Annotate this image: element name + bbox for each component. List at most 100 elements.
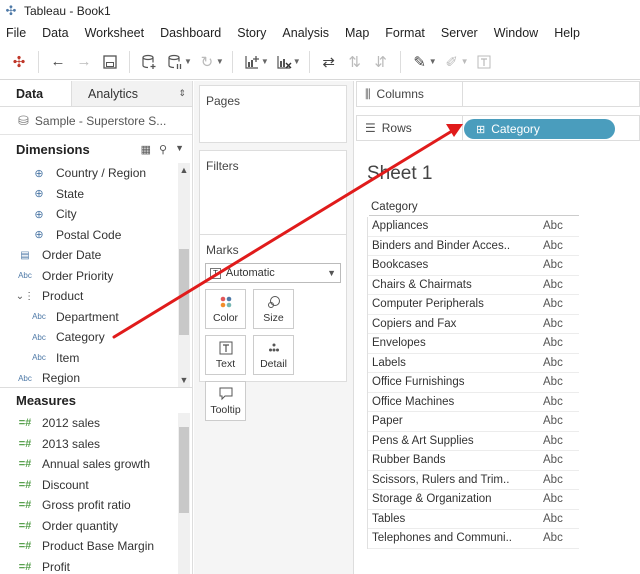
dimension-field[interactable]: ⌄⋮ Product (0, 286, 192, 307)
dimension-field[interactable]: Abc Department (0, 307, 192, 328)
measure-field[interactable]: =# 2012 sales (0, 413, 192, 434)
dimension-field[interactable]: ▤ Order Date (0, 245, 192, 266)
table-row[interactable]: Copiers and Fax Abc (368, 315, 579, 334)
size-mark-button[interactable]: Size (253, 289, 294, 329)
chevron-down-icon[interactable]: ▼ (461, 57, 469, 66)
table-row[interactable]: Envelopes Abc (368, 334, 579, 354)
search-icon[interactable]: ⚲ (159, 143, 167, 156)
mark-button-label: Tooltip (210, 403, 241, 416)
dimensions-scrollbar[interactable]: ▲ ▼ (178, 163, 190, 387)
measure-field[interactable]: =# Profit (0, 557, 192, 574)
detail-mark-button[interactable]: Detail (253, 335, 294, 375)
category-label: Labels (372, 356, 406, 369)
rows-label: Rows (381, 121, 412, 135)
menu-window[interactable]: Window (494, 26, 538, 40)
tableau-logo-icon[interactable]: ✣ (6, 49, 32, 75)
chevron-down-icon[interactable]: ▼ (429, 57, 437, 66)
menu-analysis[interactable]: Analysis (282, 26, 329, 40)
chevron-down-icon[interactable]: ▼ (216, 57, 224, 66)
category-label: Envelopes (372, 337, 426, 350)
menu-help[interactable]: Help (554, 26, 580, 40)
menu-story[interactable]: Story (237, 26, 266, 40)
dimension-field[interactable]: ⊕ Postal Code (0, 225, 192, 246)
measure-field[interactable]: =# Gross profit ratio (0, 495, 192, 516)
sort-ascending-icon[interactable]: ⇅ (342, 49, 368, 75)
table-row[interactable]: Appliances Abc (368, 217, 579, 237)
sheet-title[interactable]: Sheet 1 (367, 163, 433, 185)
tab-analytics[interactable]: Analytics ⇕ (72, 81, 192, 106)
menu-data[interactable]: Data (42, 26, 68, 40)
color-mark-button[interactable]: Color (205, 289, 246, 329)
tab-data[interactable]: Data (0, 81, 72, 106)
measure-field[interactable]: =# 2013 sales (0, 434, 192, 455)
scrollbar-thumb[interactable] (179, 427, 189, 513)
table-row[interactable]: Rubber Bands Abc (368, 451, 579, 471)
category-label: Telephones and Communi.. (372, 532, 512, 545)
table-row[interactable]: Bookcases Abc (368, 256, 579, 276)
text-label-icon[interactable] (471, 49, 497, 75)
table-row[interactable]: Telephones and Communi.. Abc (368, 529, 579, 549)
measure-field[interactable]: =# Annual sales growth (0, 454, 192, 475)
menu-worksheet[interactable]: Worksheet (85, 26, 145, 40)
dimension-field[interactable]: Abc Category (0, 327, 192, 348)
dimension-field[interactable]: ⊕ City (0, 204, 192, 225)
menu-dashboard[interactable]: Dashboard (160, 26, 221, 40)
scrollbar-thumb[interactable] (179, 249, 189, 335)
measure-field[interactable]: =# Product Base Margin (0, 536, 192, 557)
abc-icon: Abc (18, 271, 32, 281)
measure-field[interactable]: =# Discount (0, 475, 192, 496)
chevron-down-icon[interactable]: ▼ (175, 143, 184, 156)
expand-plus-icon[interactable]: ⊞ (476, 123, 485, 136)
measure-field[interactable]: =# Order quantity (0, 516, 192, 537)
tooltip-mark-button[interactable]: Tooltip (205, 381, 246, 421)
dimension-field[interactable]: ⊕ Country / Region (0, 163, 192, 184)
table-row[interactable]: Office Furnishings Abc (368, 373, 579, 393)
mark-type-dropdown[interactable]: T Automatic ▼ (205, 263, 341, 283)
columns-shelf[interactable]: ⫼ Columns (356, 81, 640, 107)
chevron-down-icon[interactable]: ▼ (293, 57, 301, 66)
pages-card[interactable]: Pages (199, 85, 347, 143)
grid-view-icon[interactable]: ▦ (141, 143, 151, 156)
dimension-field[interactable]: ⊕ State (0, 184, 192, 205)
table-row[interactable]: Binders and Binder Acces.. Abc (368, 237, 579, 256)
measures-scrollbar[interactable] (178, 413, 190, 574)
dimension-field[interactable]: Abc Region (0, 368, 192, 389)
toolbar-separator (308, 50, 310, 73)
category-column-header[interactable]: Category (369, 200, 579, 216)
table-row[interactable]: Chairs & Chairmats Abc (368, 276, 579, 295)
toolbar-separator (231, 50, 233, 73)
new-datasource-icon[interactable] (136, 49, 162, 75)
table-row[interactable]: Computer Peripherals Abc (368, 295, 579, 315)
menu-map[interactable]: Map (345, 26, 369, 40)
table-row[interactable]: Tables Abc (368, 510, 579, 529)
cell-value: Abc (543, 454, 563, 467)
menu-file[interactable]: File (6, 26, 26, 40)
chevron-down-icon[interactable]: ▼ (261, 57, 269, 66)
forward-icon[interactable]: → (71, 49, 97, 75)
swap-icon[interactable]: ⇄ (316, 49, 342, 75)
dimension-field[interactable]: Abc Item (0, 348, 192, 369)
category-pill-label: Category (491, 122, 540, 136)
table-row[interactable]: Paper Abc (368, 412, 579, 432)
table-row[interactable]: Scissors, Rulers and Trim.. Abc (368, 471, 579, 490)
category-pill[interactable]: ⊞ Category (464, 119, 615, 139)
table-row[interactable]: Office Machines Abc (368, 393, 579, 412)
scroll-up-icon[interactable]: ▲ (178, 165, 190, 175)
menu-server[interactable]: Server (441, 26, 478, 40)
table-row[interactable]: Storage & Organization Abc (368, 490, 579, 510)
dimension-field[interactable]: Abc Order Priority (0, 266, 192, 287)
menu-format[interactable]: Format (385, 26, 425, 40)
sort-descending-icon[interactable]: ⇵ (368, 49, 394, 75)
back-icon[interactable]: ← (45, 49, 71, 75)
save-icon[interactable] (97, 49, 123, 75)
datasource-item[interactable]: ⛁ Sample - Superstore S... (0, 107, 192, 135)
chevron-down-icon: ▼ (327, 268, 336, 278)
scroll-down-icon[interactable]: ▼ (178, 375, 190, 385)
table-row[interactable]: Pens & Art Supplies Abc (368, 432, 579, 451)
table-row[interactable]: Labels Abc (368, 354, 579, 373)
text-mark-button[interactable]: Text (205, 335, 246, 375)
chevron-down-icon[interactable]: ▼ (184, 57, 192, 66)
text-icon (219, 341, 233, 355)
rows-icon: ☰ (365, 121, 376, 135)
cell-value: Abc (543, 376, 563, 389)
